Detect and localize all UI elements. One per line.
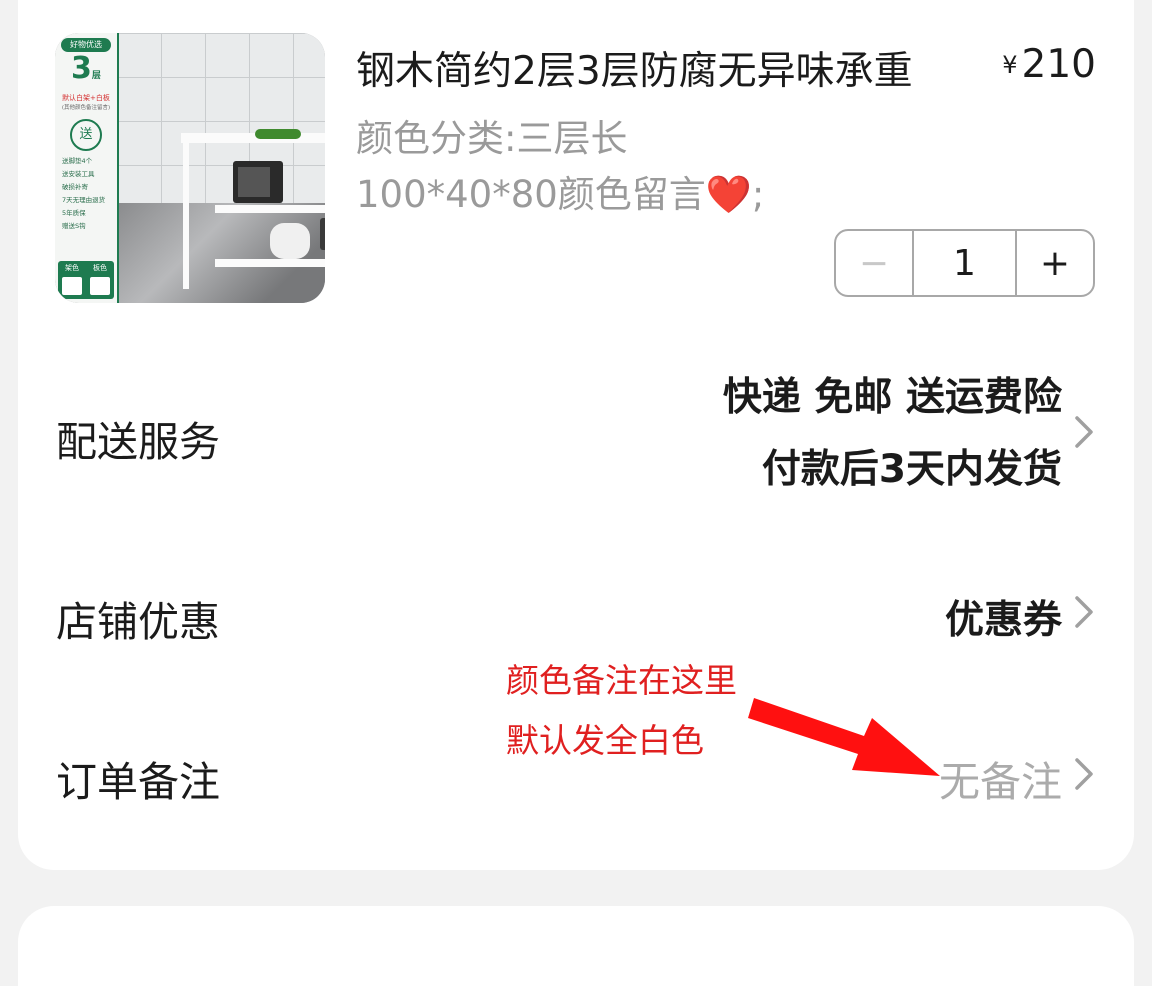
quantity-stepper: − 1 + bbox=[834, 229, 1095, 297]
next-card bbox=[18, 906, 1134, 986]
delivery-method: 快递 免邮 送运费险 bbox=[722, 375, 1062, 420]
order-note-value: 无备注 bbox=[939, 758, 1062, 806]
delivery-label: 配送服务 bbox=[56, 418, 220, 466]
shelf-top-board bbox=[181, 133, 325, 143]
annotation-text-line2: 默认发全白色 bbox=[506, 721, 704, 760]
thumbnail-vegetables bbox=[255, 129, 301, 139]
product-price: ¥210 bbox=[1002, 42, 1096, 87]
thumbnail-feature: 7天无理由退货 bbox=[62, 196, 106, 204]
thumbnail-info-strip: 好物优选 3层 默认白架+白板 (其他颜色备注留言) 送 送脚垫4个 送安装工具… bbox=[55, 33, 119, 303]
product-spec-color-category: 颜色分类:三层长 bbox=[356, 117, 628, 160]
quantity-value[interactable]: 1 bbox=[912, 231, 1017, 295]
spec-size-end: ; bbox=[751, 173, 765, 216]
price-value: 210 bbox=[1021, 42, 1096, 87]
thumbnail-default-note: (其他颜色备注留言) bbox=[61, 105, 111, 111]
thumbnail-gift-icon: 送 bbox=[70, 119, 102, 151]
decrease-quantity-button[interactable]: − bbox=[836, 231, 912, 295]
thumbnail-toaster-oven bbox=[320, 218, 325, 250]
swatch-label-frame: 架色 bbox=[65, 264, 79, 272]
chevron-right-icon bbox=[1075, 596, 1093, 628]
increase-quantity-button[interactable]: + bbox=[1017, 231, 1093, 295]
spec-size-text: 100*40*80颜色留言 bbox=[356, 173, 706, 216]
store-discount-label: 店铺优惠 bbox=[56, 598, 220, 646]
product-title[interactable]: 钢木简约2层3层防腐无异味承重 bbox=[356, 40, 913, 96]
coupon-value: 优惠券 bbox=[944, 598, 1062, 643]
thumbnail-feature: 赠送S钩 bbox=[62, 222, 86, 230]
thumbnail-feature: 送脚垫4个 bbox=[62, 157, 93, 165]
chevron-right-icon bbox=[1075, 758, 1093, 790]
annotation-arrow-icon bbox=[748, 698, 940, 776]
price-currency: ¥ bbox=[1002, 51, 1018, 79]
thumbnail-badge: 好物优选 bbox=[61, 38, 111, 52]
thumbnail-default-text: 默认白架+白板 bbox=[62, 94, 110, 102]
swatch-label-board: 板色 bbox=[93, 264, 107, 272]
delivery-shipping-time: 付款后3天内发货 bbox=[761, 447, 1062, 492]
heart-icon: ❤️ bbox=[705, 173, 752, 216]
shelf-middle-board bbox=[215, 205, 325, 213]
chevron-right-icon bbox=[1075, 416, 1093, 448]
thumbnail-feature: 5年质保 bbox=[62, 209, 86, 217]
shelf-bottom-board bbox=[215, 259, 325, 267]
thumbnail-layer-count: 3层 bbox=[71, 51, 101, 86]
thumbnail-color-swatches: 架色 板色 bbox=[58, 261, 114, 299]
order-note-label: 订单备注 bbox=[56, 758, 220, 806]
product-thumbnail[interactable]: 好物优选 3层 默认白架+白板 (其他颜色备注留言) 送 送脚垫4个 送安装工具… bbox=[55, 33, 325, 303]
thumbnail-microwave bbox=[233, 161, 283, 203]
product-spec-size: 100*40*80颜色留言❤️; bbox=[356, 164, 764, 218]
thumbnail-tile-wall bbox=[117, 33, 325, 208]
annotation-text-line1: 颜色备注在这里 bbox=[506, 661, 737, 700]
shelf-leg bbox=[183, 141, 189, 289]
thumbnail-feature: 破损补寄 bbox=[62, 183, 88, 191]
thumbnail-rice-cooker bbox=[270, 223, 310, 259]
thumbnail-feature: 送安装工具 bbox=[62, 170, 95, 178]
